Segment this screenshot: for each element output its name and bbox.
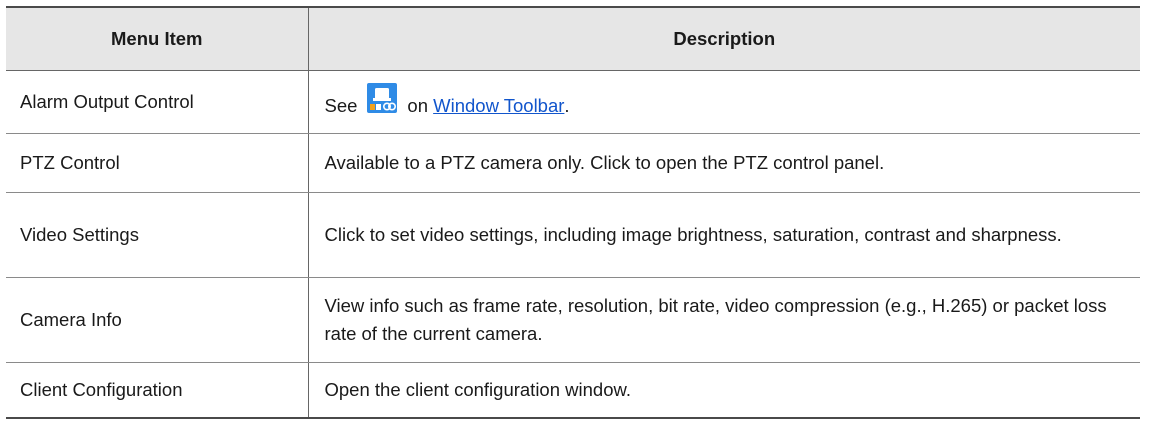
table-row: Video Settings Click to set video settin… <box>6 192 1140 278</box>
menu-item-cell: Client Configuration <box>6 362 308 419</box>
description-cell: Open the client configuration window. <box>307 362 1140 419</box>
menu-item-cell: Camera Info <box>6 277 308 363</box>
table-row: Camera Info View info such as frame rate… <box>6 277 1140 363</box>
description-cell: Click to set video settings, including i… <box>307 192 1140 278</box>
period-text: . <box>564 95 570 116</box>
description-cell: Available to a PTZ camera only. Click to… <box>307 133 1140 193</box>
table-row: Client Configuration Open the client con… <box>6 362 1140 419</box>
table-row: Alarm Output Control See on Window Toolb… <box>6 70 1140 134</box>
description-cell: View info such as frame rate, resolution… <box>307 277 1140 363</box>
window-toolbar-link[interactable]: Window Toolbar <box>433 92 564 120</box>
menu-item-cell: PTZ Control <box>6 133 308 193</box>
description-cell: See on Window Toolbar . <box>307 70 1140 134</box>
see-text: See <box>324 95 358 116</box>
table-row: PTZ Control Available to a PTZ camera on… <box>6 133 1140 193</box>
on-text: on <box>407 95 428 116</box>
header-menu-item: Menu Item <box>6 6 308 71</box>
header-description: Description <box>307 6 1140 71</box>
alarm-output-control-icon <box>367 83 398 113</box>
menu-table-container: Menu Item Description Alarm Output Contr… <box>6 6 1140 419</box>
menu-items-table: Menu Item Description Alarm Output Contr… <box>6 6 1140 419</box>
menu-item-cell: Alarm Output Control <box>6 70 308 134</box>
table-header-row: Menu Item Description <box>6 6 1140 71</box>
menu-item-cell: Video Settings <box>6 192 308 278</box>
